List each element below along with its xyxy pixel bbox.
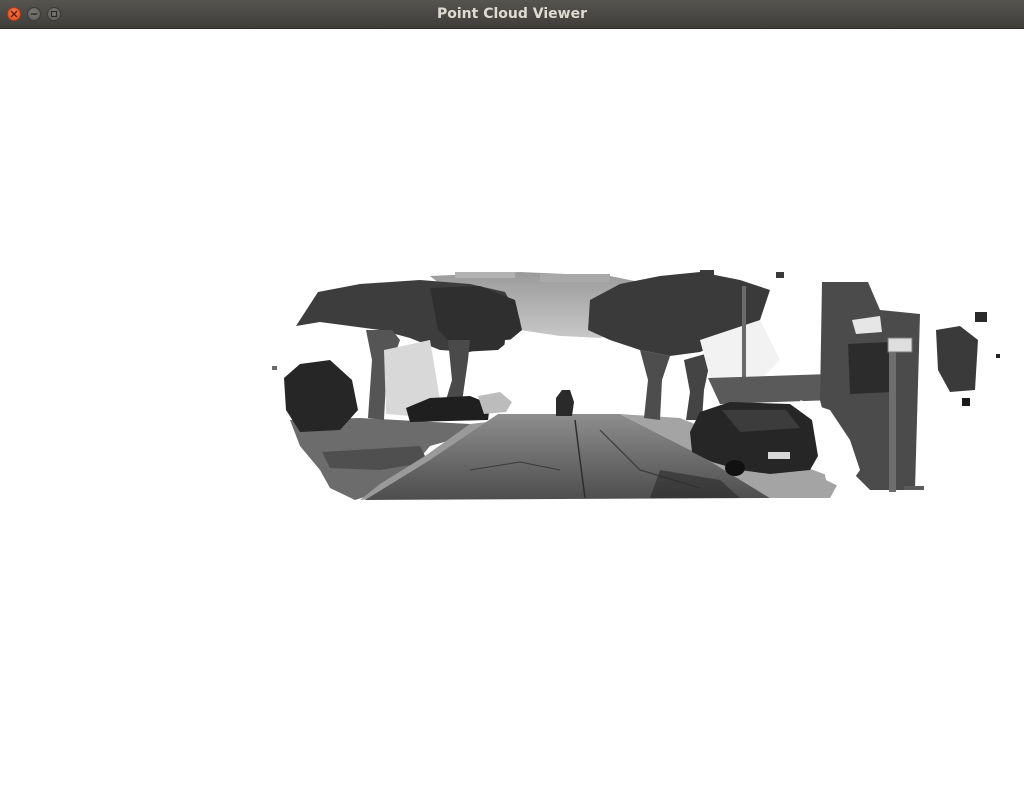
- window-title: Point Cloud Viewer: [437, 6, 587, 22]
- scatter-point: [272, 366, 277, 370]
- license-plate: [768, 452, 790, 459]
- distant-point-strip-2: [455, 272, 515, 278]
- scatter-point: [700, 270, 714, 276]
- point-cloud-render: [272, 270, 1000, 500]
- point-cloud-viewer-window: Point Cloud Viewer: [0, 0, 1024, 798]
- scatter-point: [996, 354, 1000, 358]
- point-cloud-viewport[interactable]: [0, 29, 1024, 798]
- title-bar[interactable]: Point Cloud Viewer: [0, 0, 1024, 29]
- scatter-point: [962, 398, 970, 406]
- right-car-wheel: [725, 460, 745, 476]
- building-fragment: [936, 326, 978, 392]
- left-tree-trunk-2: [446, 340, 470, 402]
- street-sign: [887, 337, 913, 353]
- sign-post: [889, 350, 896, 492]
- scatter-point: [776, 272, 784, 278]
- right-fence: [708, 374, 834, 404]
- building-fragment-2: [975, 312, 987, 322]
- right-tree-trunk: [640, 350, 670, 420]
- building-window: [848, 342, 892, 394]
- scatter-point: [904, 486, 924, 490]
- distant-point-strip: [540, 274, 610, 282]
- left-bush: [284, 360, 358, 432]
